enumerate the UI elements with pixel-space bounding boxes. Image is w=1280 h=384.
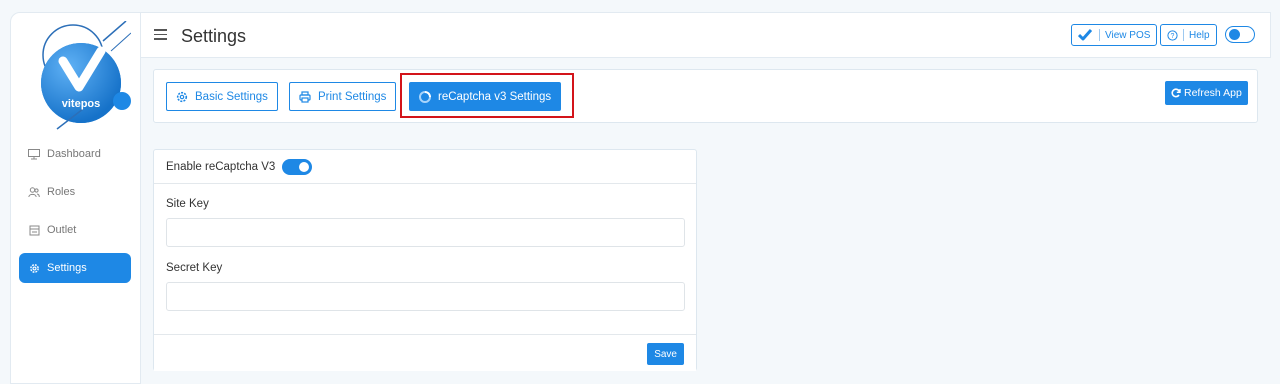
refresh-label: Refresh App — [1184, 87, 1242, 99]
question-circle-icon: ? — [1167, 29, 1178, 41]
enable-recaptcha-label: Enable reCaptcha V3 — [166, 160, 276, 173]
view-pos-label: View POS — [1105, 29, 1151, 41]
help-button[interactable]: ? Help — [1160, 24, 1217, 46]
secret-key-label: Secret Key — [166, 262, 223, 274]
enable-recaptcha-toggle[interactable] — [282, 158, 313, 175]
tab-basic-settings[interactable]: Basic Settings — [166, 82, 278, 111]
sidebar-item-label: Outlet — [47, 224, 77, 236]
form-header: Enable reCaptcha V3 — [154, 150, 696, 184]
view-pos-button[interactable]: View POS — [1071, 24, 1158, 46]
refresh-icon — [1171, 88, 1181, 98]
top-header: Settings View POS ? Help — [141, 12, 1271, 58]
hamburger-icon[interactable] — [154, 29, 167, 40]
logo-text: vitepos — [62, 98, 101, 110]
gear-icon — [28, 262, 40, 274]
refresh-app-button[interactable]: Refresh App — [1165, 81, 1248, 105]
sidebar-item-roles[interactable]: Roles — [19, 177, 131, 207]
checkmark-icon — [1078, 29, 1092, 41]
tab-print-settings[interactable]: Print Settings — [289, 82, 397, 111]
users-icon — [28, 186, 40, 198]
outlet-icon — [28, 224, 40, 236]
sidebar-item-outlet[interactable]: Outlet — [19, 215, 131, 245]
site-key-label: Site Key — [166, 198, 209, 210]
svg-text:?: ? — [1171, 33, 1175, 40]
sidebar-nav: Dashboard Roles Outlet Settings — [19, 139, 131, 291]
highlight-box — [400, 73, 574, 118]
form-footer: Save — [154, 334, 696, 371]
tab-label: Print Settings — [318, 90, 387, 103]
sidebar: vitepos Dashboard Roles Outlet Settings — [10, 12, 141, 384]
site-key-input[interactable] — [166, 218, 685, 247]
dashboard-icon — [28, 148, 40, 160]
printer-icon — [299, 90, 311, 103]
help-label: Help — [1189, 29, 1210, 41]
sidebar-item-label: Dashboard — [47, 148, 101, 160]
page-title: Settings — [181, 26, 247, 46]
tab-label: Basic Settings — [195, 90, 268, 103]
gear-icon — [176, 91, 188, 103]
sidebar-item-label: Roles — [47, 186, 76, 198]
recaptcha-form-card: Enable reCaptcha V3 Site Key Secret Key … — [153, 149, 697, 371]
sidebar-item-settings[interactable]: Settings — [19, 253, 131, 283]
sidebar-item-label: Settings — [47, 262, 87, 274]
settings-tabs-bar: Basic Settings Print Settings reCaptcha … — [153, 69, 1258, 123]
sidebar-item-dashboard[interactable]: Dashboard — [19, 139, 131, 169]
save-button[interactable]: Save — [647, 343, 684, 365]
theme-toggle[interactable] — [1225, 26, 1255, 43]
secret-key-input[interactable] — [166, 282, 685, 311]
vitepos-logo[interactable]: vitepos — [31, 20, 132, 133]
